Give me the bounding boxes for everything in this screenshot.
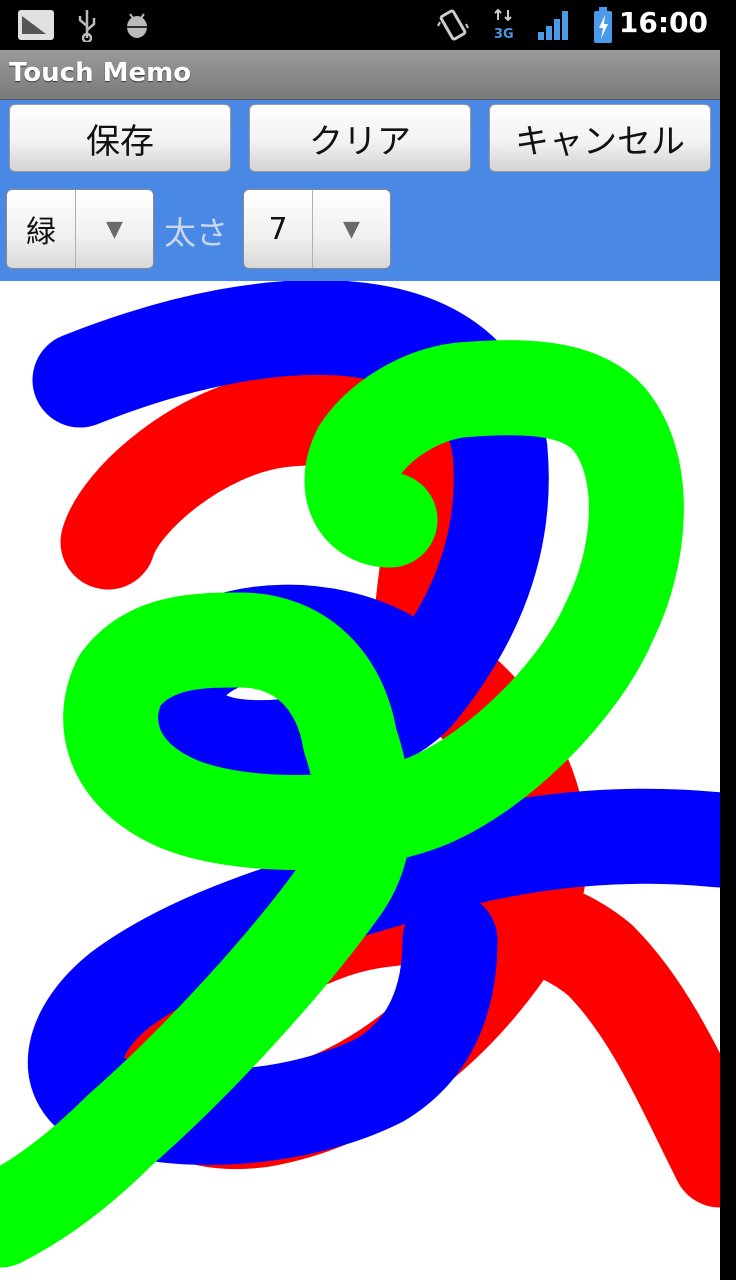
debug-android-icon — [127, 13, 147, 38]
3g-icon: 3G — [494, 8, 514, 42]
title-bar: Touch Memo — [0, 50, 720, 100]
dropdown-arrow-icon: ▼ — [106, 216, 123, 242]
svg-text:3G: 3G — [494, 27, 514, 42]
drawing-canvas[interactable] — [0, 281, 720, 1280]
color-spinner-value: 緑 — [26, 215, 56, 250]
cancel-button[interactable]: キャンセル — [489, 104, 711, 172]
signal-icon — [538, 11, 568, 40]
notification-icon — [18, 10, 54, 40]
width-spinner-value: 7 — [268, 211, 288, 247]
drawing-strokes — [0, 281, 720, 1268]
color-spinner[interactable]: 緑 ▼ — [6, 189, 154, 269]
clock: 16:00 — [618, 6, 708, 39]
dropdown-arrow-icon: ▼ — [343, 216, 360, 242]
battery-charging-icon — [594, 7, 612, 43]
width-spinner[interactable]: 7 ▼ — [243, 189, 391, 269]
status-bar: 3G 16:00 — [0, 0, 736, 50]
width-label: 太さ — [164, 214, 229, 252]
clear-button[interactable]: クリア — [249, 104, 471, 172]
app-title: Touch Memo — [9, 58, 192, 88]
vibrate-icon — [437, 9, 469, 41]
usb-icon — [78, 10, 96, 42]
save-button[interactable]: 保存 — [9, 104, 231, 172]
